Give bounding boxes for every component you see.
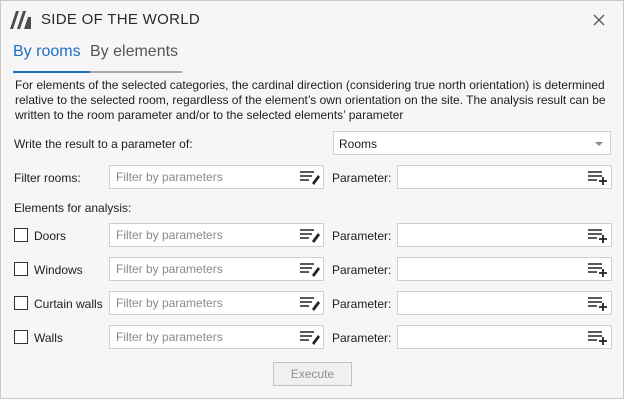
add-parameter-icon[interactable]	[587, 227, 609, 244]
edit-filter-icon[interactable]	[299, 169, 321, 185]
curtain-walls-checkbox[interactable]	[14, 296, 28, 310]
edit-filter-icon[interactable]	[299, 261, 321, 277]
add-parameter-icon[interactable]	[587, 329, 609, 346]
window-title: SIDE OF THE WORLD	[41, 11, 201, 28]
tab-by-elements[interactable]: By elements	[90, 43, 182, 73]
walls-parameter-field	[397, 325, 612, 349]
walls-parameter-input[interactable]	[404, 329, 584, 345]
curtain-walls-parameter-field	[397, 291, 612, 315]
windows-parameter-field	[397, 257, 612, 281]
add-parameter-icon[interactable]	[587, 295, 609, 312]
filter-rooms-label: Filter rooms:	[14, 171, 81, 185]
room-parameter-field	[397, 165, 612, 189]
walls-filter-input[interactable]	[116, 329, 296, 345]
filter-rooms-field	[109, 165, 324, 189]
walls-checkbox[interactable]	[14, 330, 28, 344]
doors-parameter-input[interactable]	[404, 227, 584, 243]
filter-rooms-input[interactable]	[116, 169, 296, 185]
description-text: For elements of the selected categories,…	[15, 78, 606, 122]
execute-button[interactable]: Execute	[273, 362, 352, 386]
windows-filter-field	[109, 257, 324, 281]
write-result-label: Write the result to a parameter of:	[14, 137, 193, 151]
chevron-down-icon	[595, 142, 603, 146]
walls-label: Walls	[34, 331, 63, 345]
windows-parameter-input[interactable]	[404, 261, 584, 277]
curtain-walls-filter-field	[109, 291, 324, 315]
doors-parameter-label: Parameter:	[332, 229, 392, 243]
close-icon[interactable]	[589, 10, 609, 30]
tab-by-rooms[interactable]: By rooms	[13, 43, 90, 73]
dialog-window: SIDE OF THE WORLD By rooms By elements F…	[0, 0, 624, 399]
walls-filter-field	[109, 325, 324, 349]
add-parameter-icon[interactable]	[587, 169, 609, 186]
room-parameter-input[interactable]	[404, 169, 584, 185]
curtain-walls-parameter-label: Parameter:	[332, 297, 392, 311]
edit-filter-icon[interactable]	[299, 227, 321, 243]
app-logo-icon	[10, 11, 31, 29]
doors-filter-field	[109, 223, 324, 247]
curtain-walls-label: Curtain walls	[34, 297, 103, 311]
doors-filter-input[interactable]	[116, 227, 296, 243]
add-parameter-icon[interactable]	[587, 261, 609, 278]
elements-header: Elements for analysis:	[14, 201, 132, 215]
windows-checkbox[interactable]	[14, 262, 28, 276]
windows-label: Windows	[34, 263, 83, 277]
write-result-selected-value: Rooms	[339, 137, 378, 151]
edit-filter-icon[interactable]	[299, 295, 321, 311]
walls-parameter-label: Parameter:	[332, 331, 392, 345]
curtain-walls-filter-input[interactable]	[116, 295, 296, 311]
write-result-select[interactable]: Rooms	[333, 131, 611, 155]
curtain-walls-parameter-input[interactable]	[404, 295, 584, 311]
windows-filter-input[interactable]	[116, 261, 296, 277]
doors-checkbox[interactable]	[14, 228, 28, 242]
edit-filter-icon[interactable]	[299, 329, 321, 345]
doors-label: Doors	[34, 229, 67, 243]
doors-parameter-field	[397, 223, 612, 247]
filter-rooms-parameter-label: Parameter:	[332, 171, 392, 185]
windows-parameter-label: Parameter:	[332, 263, 392, 277]
title-bar: SIDE OF THE WORLD	[1, 1, 623, 37]
